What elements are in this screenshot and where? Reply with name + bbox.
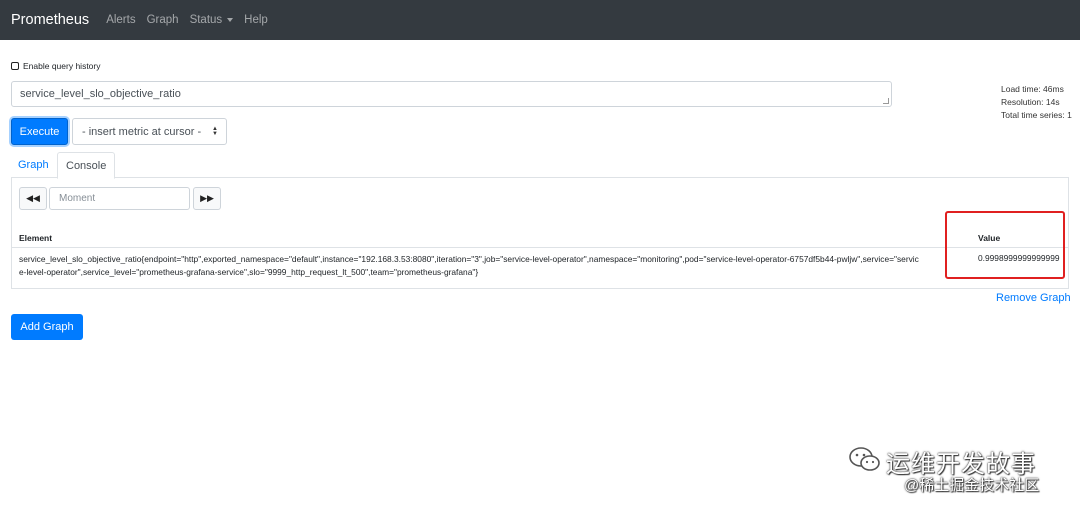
insert-metric-label: - insert metric at cursor - [82,125,202,138]
nav-status[interactable]: Status [190,14,234,26]
time-back-button[interactable]: ◀◀ [19,187,47,210]
brand[interactable]: Prometheus [11,12,89,28]
add-graph-button[interactable]: Add Graph [11,314,83,340]
history-label: Enable query history [23,61,101,71]
value-highlight-box [945,211,1065,279]
query-history-toggle[interactable]: Enable query history [11,61,101,71]
moment-placeholder: Moment [59,193,96,204]
navbar: Prometheus Alerts Graph Status Help [0,0,1080,40]
watermark-subtitle: @稀土掘金技术社区 [904,477,1040,494]
execute-button[interactable]: Execute [11,118,68,145]
nav-help[interactable]: Help [244,14,268,26]
double-arrow-right-icon: ▶▶ [200,193,214,203]
row-element: service_level_slo_objective_ratio{endpoi… [19,254,919,277]
tab-graph[interactable]: Graph [11,152,56,178]
resolution: Resolution: 14s [1001,97,1060,107]
total-series: Total time series: 1 [1001,110,1072,120]
wechat-icon [849,447,880,471]
table-row: service_level_slo_objective_ratio{endpoi… [12,248,1068,286]
time-forward-button[interactable]: ▶▶ [193,187,221,210]
insert-metric-select[interactable]: - insert metric at cursor - ▲ ▼ [72,118,227,145]
expression-value: service_level_slo_objective_ratio [20,88,181,100]
expression-input[interactable]: service_level_slo_objective_ratio [11,81,892,107]
console-panel: ◀◀ Moment ▶▶ Element Value service_level… [11,178,1069,289]
tab-bar: Graph Console [11,152,1069,179]
nav-graph[interactable]: Graph [147,14,179,26]
nav-alerts[interactable]: Alerts [106,14,135,26]
caret-down-icon [227,18,234,22]
query-stats: Load time: 46ms Resolution: 14s Total ti… [1001,83,1072,122]
table-header: Element Value [12,226,1068,248]
tab-console[interactable]: Console [57,152,116,179]
history-checkbox[interactable] [11,62,19,70]
remove-graph-link[interactable]: Remove Graph [996,292,1071,304]
nav-status-label: Status [189,14,223,26]
column-element: Element [19,233,53,243]
double-arrow-left-icon: ◀◀ [26,193,40,203]
results-table: Element Value service_level_slo_objectiv… [12,226,1068,286]
load-time: Load time: 46ms [1001,84,1064,94]
resize-grip-icon[interactable] [883,98,889,104]
select-arrows-icon: ▲ ▼ [212,126,218,137]
moment-input[interactable]: Moment [49,187,190,210]
